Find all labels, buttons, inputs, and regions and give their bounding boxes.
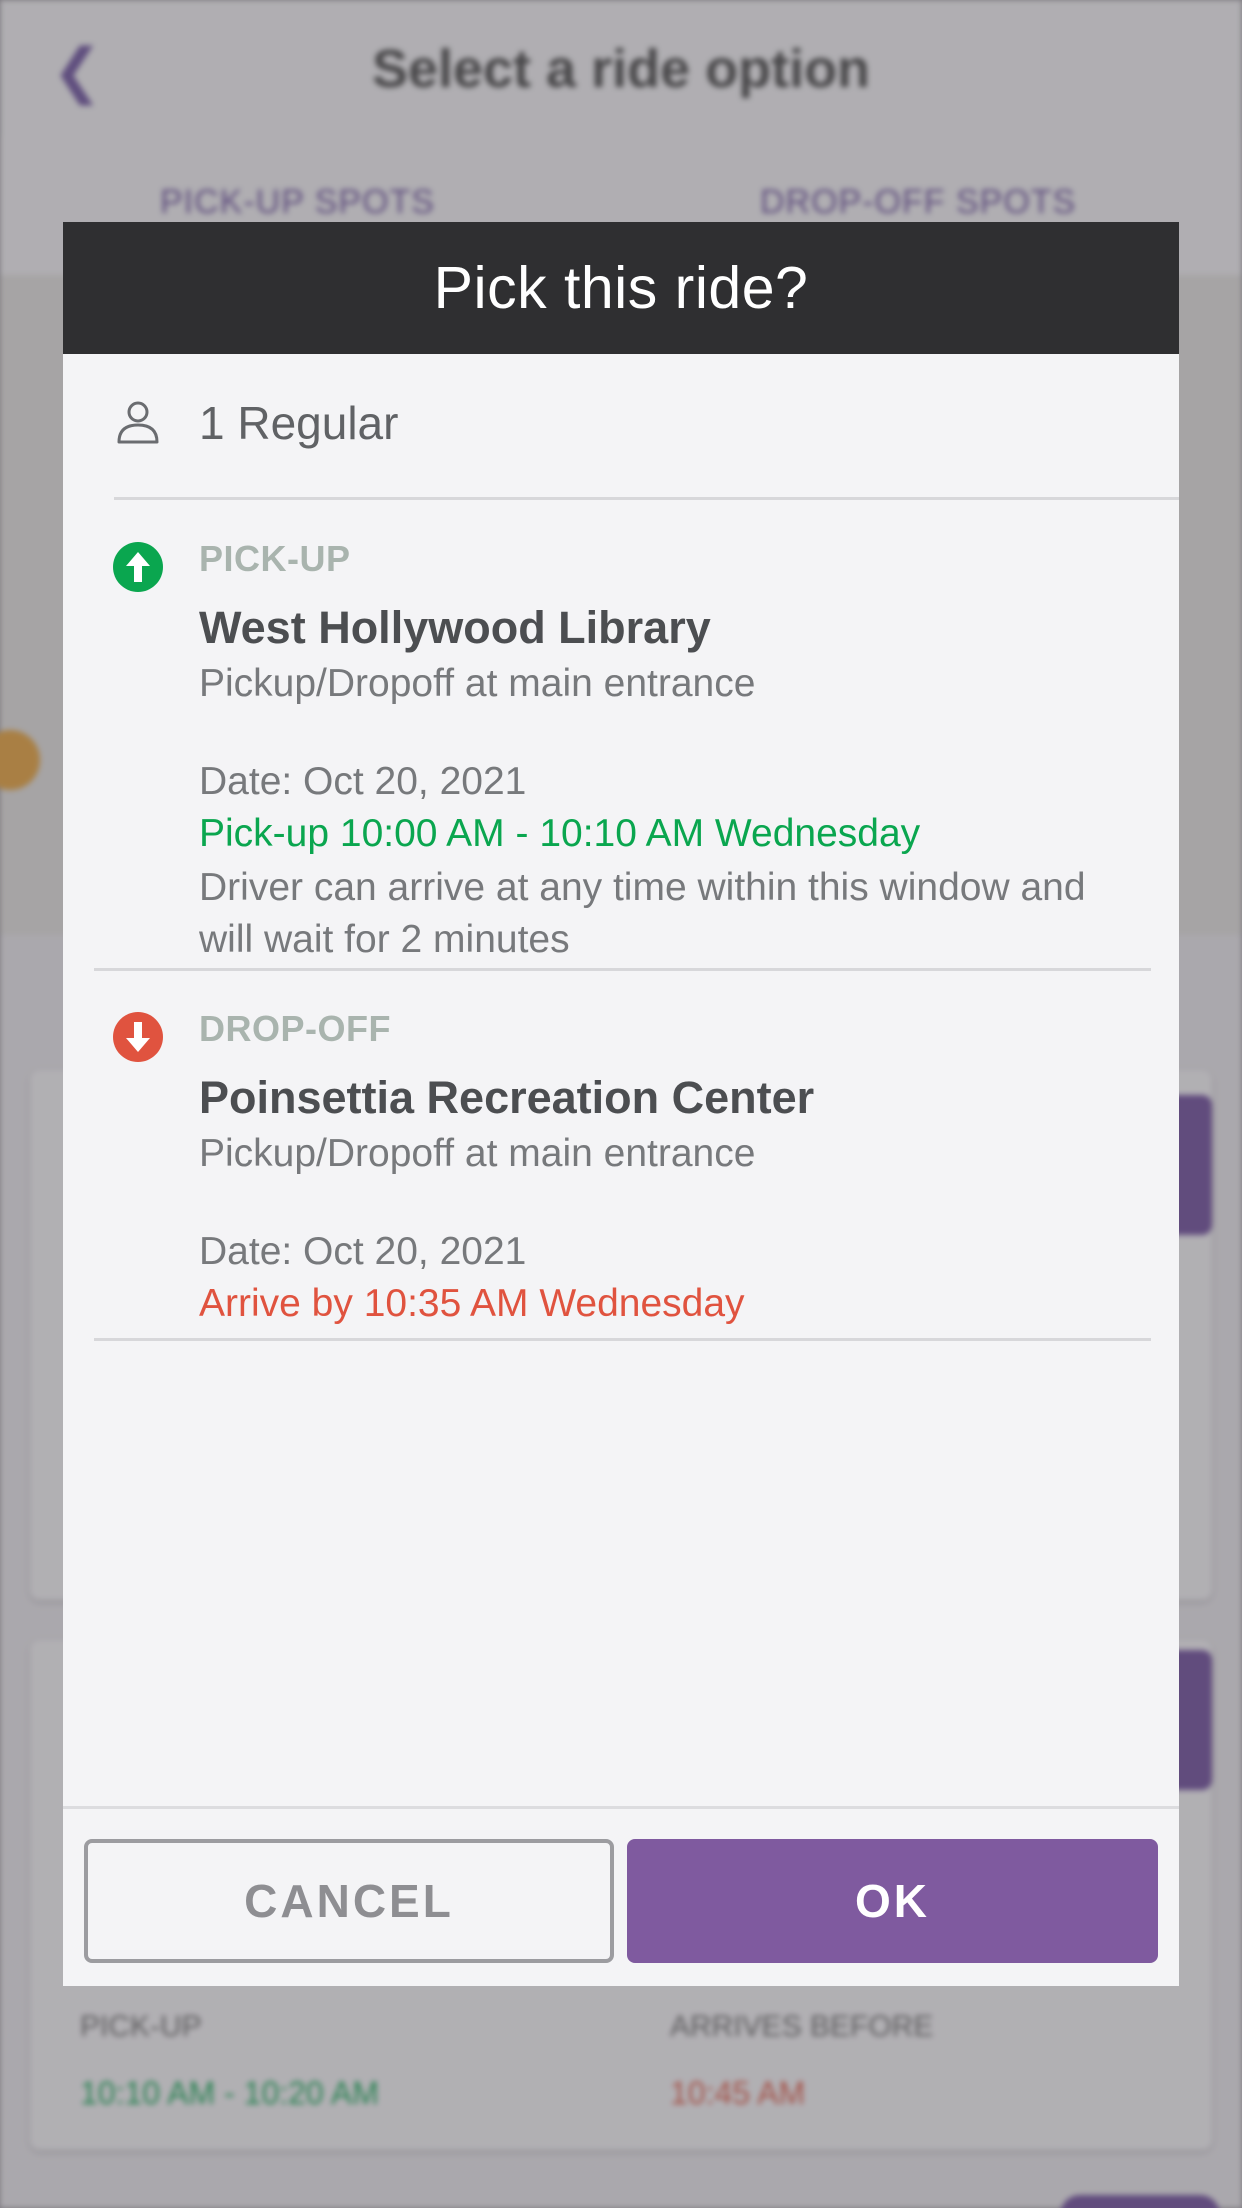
dialog-title: Pick this ride? xyxy=(433,255,809,321)
dialog-header: Pick this ride? xyxy=(63,222,1179,354)
pickup-label: PICK-UP xyxy=(199,538,351,579)
riders-count: 1 Regular xyxy=(199,397,399,449)
person-icon xyxy=(117,401,159,444)
pickup-window: Pick-up 10:00 AM - 10:10 AM Wednesday xyxy=(199,812,921,855)
arrow-up-circle-icon xyxy=(113,542,163,592)
pickup-date: Date: Oct 20, 2021 xyxy=(199,760,527,803)
divider xyxy=(114,497,1179,500)
pickup-location-note: Pickup/Dropoff at main entrance xyxy=(199,662,756,705)
dropoff-arrive-by: Arrive by 10:35 AM Wednesday xyxy=(199,1282,745,1325)
dropoff-location-name: Poinsettia Recreation Center xyxy=(199,1072,815,1123)
dropoff-location-note: Pickup/Dropoff at main entrance xyxy=(199,1132,756,1175)
ok-button[interactable]: OK xyxy=(627,1839,1158,1963)
dialog-footer: CANCEL OK xyxy=(63,1806,1179,1986)
pickup-location-name: West Hollywood Library xyxy=(199,602,711,653)
riders-row: 1 Regular xyxy=(63,354,1179,500)
pickup-wait-detail: Driver can arrive at any time within thi… xyxy=(199,866,1086,961)
confirm-ride-dialog: Pick this ride? 1 Regular PICK-UP West H… xyxy=(63,222,1179,1986)
divider xyxy=(94,1338,1151,1341)
divider xyxy=(94,968,1151,971)
dropoff-date: Date: Oct 20, 2021 xyxy=(199,1230,527,1273)
dropoff-label: DROP-OFF xyxy=(199,1008,391,1049)
cancel-button[interactable]: CANCEL xyxy=(84,1839,614,1963)
arrow-down-circle-icon xyxy=(113,1012,163,1062)
